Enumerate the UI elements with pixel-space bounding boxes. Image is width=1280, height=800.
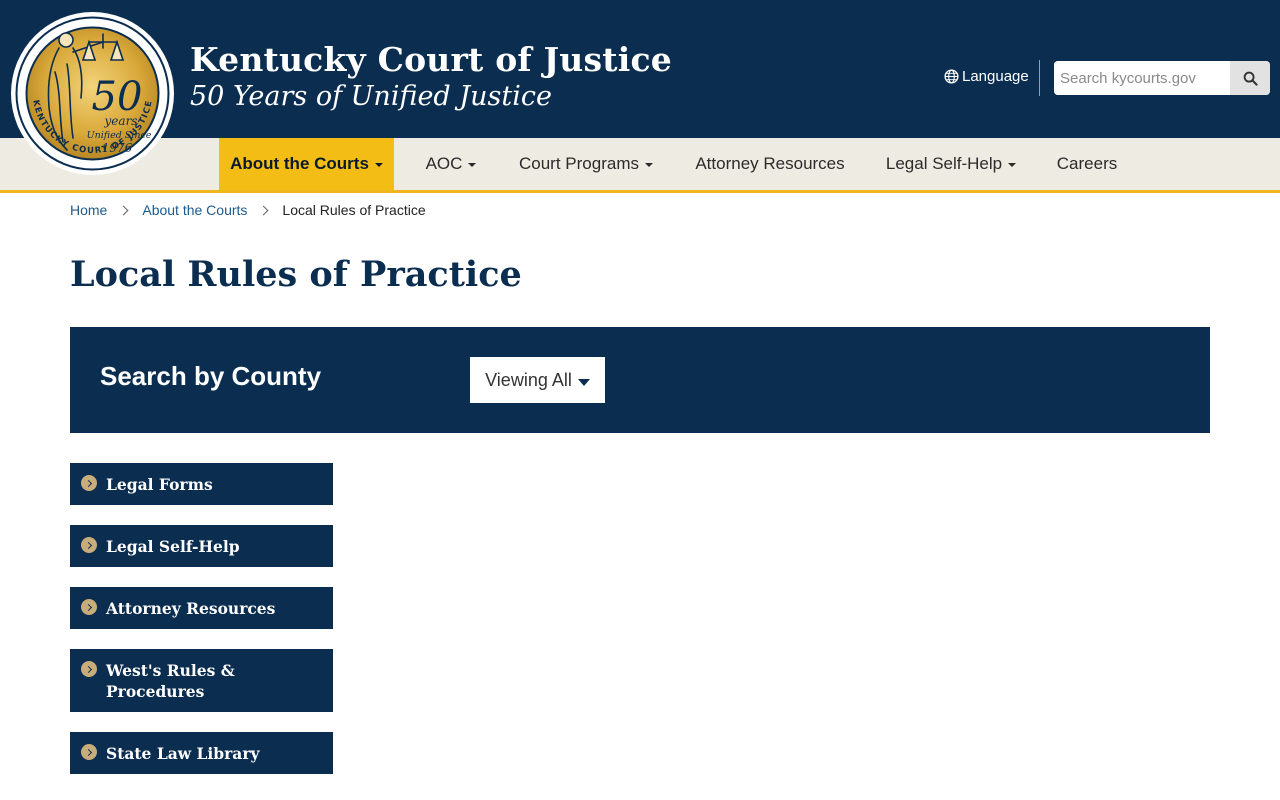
nav-label: Careers bbox=[1056, 154, 1118, 173]
link-legal-forms[interactable]: Legal Forms bbox=[70, 463, 333, 505]
globe-icon bbox=[944, 69, 959, 84]
nav-label: Attorney Resources bbox=[695, 154, 845, 173]
nav-attorney-resources[interactable]: Attorney Resources bbox=[684, 138, 856, 190]
search-icon bbox=[1243, 71, 1258, 86]
site-search bbox=[1054, 61, 1270, 95]
caret-down-icon bbox=[468, 163, 477, 167]
link-label: Legal Forms bbox=[106, 475, 213, 494]
county-search-panel: Search by County Viewing All bbox=[70, 327, 1210, 433]
search-button[interactable] bbox=[1230, 61, 1270, 95]
link-label: State Law Library bbox=[106, 744, 260, 763]
page-title: Local Rules of Practice bbox=[70, 254, 522, 295]
chevron-circle-icon bbox=[81, 661, 97, 677]
court-seal-logo[interactable]: 50 years Unified Since 1976 KENTUCKY COU… bbox=[11, 12, 174, 175]
nav-legal-self-help[interactable]: Legal Self-Help bbox=[875, 138, 1027, 190]
main-navigation: About the Courts AOC Court Programs Atto… bbox=[0, 138, 1280, 193]
caret-down-icon bbox=[374, 163, 383, 167]
breadcrumb-current: Local Rules of Practice bbox=[282, 202, 426, 218]
county-dropdown[interactable]: Viewing All bbox=[470, 357, 605, 403]
link-label: West's Rules & Procedures bbox=[106, 661, 235, 701]
link-label: Attorney Resources bbox=[106, 599, 276, 618]
county-dropdown-value: Viewing All bbox=[485, 369, 572, 390]
breadcrumb-about-the-courts[interactable]: About the Courts bbox=[142, 202, 247, 218]
link-wests-rules-procedures[interactable]: West's Rules & Procedures bbox=[70, 649, 333, 712]
county-search-label: Search by County bbox=[100, 361, 322, 391]
breadcrumb-home[interactable]: Home bbox=[70, 202, 107, 218]
nav-label: AOC bbox=[425, 154, 463, 173]
nav-label: Court Programs bbox=[519, 154, 639, 173]
site-subtitle: 50 Years of Unified Justice bbox=[190, 81, 552, 112]
link-attorney-resources[interactable]: Attorney Resources bbox=[70, 587, 333, 629]
link-label: Legal Self-Help bbox=[106, 537, 240, 556]
chevron-right-icon bbox=[258, 205, 269, 215]
seal-years: years bbox=[104, 114, 138, 128]
language-label: Language bbox=[962, 68, 1029, 85]
related-links: Legal Forms Legal Self-Help Attorney Res… bbox=[70, 463, 333, 794]
nav-about-the-courts[interactable]: About the Courts bbox=[219, 138, 394, 190]
caret-down-icon bbox=[577, 378, 590, 386]
site-title[interactable]: Kentucky Court of Justice bbox=[190, 40, 672, 79]
nav-label: About the Courts bbox=[230, 154, 369, 173]
chevron-right-icon bbox=[118, 205, 129, 215]
link-legal-self-help[interactable]: Legal Self-Help bbox=[70, 525, 333, 567]
link-state-law-library[interactable]: State Law Library bbox=[70, 732, 333, 774]
nav-court-programs[interactable]: Court Programs bbox=[505, 138, 667, 190]
caret-down-icon bbox=[644, 163, 653, 167]
chevron-circle-icon bbox=[81, 537, 97, 553]
search-input[interactable] bbox=[1054, 61, 1230, 95]
site-header: Kentucky Court of Justice 50 Years of Un… bbox=[0, 0, 1280, 138]
nav-careers[interactable]: Careers bbox=[1045, 138, 1129, 190]
breadcrumb: Home About the Courts Local Rules of Pra… bbox=[70, 202, 426, 218]
nav-label: Legal Self-Help bbox=[885, 154, 1003, 173]
caret-down-icon bbox=[1008, 163, 1017, 167]
header-divider bbox=[1039, 60, 1040, 96]
chevron-circle-icon bbox=[81, 744, 97, 760]
chevron-circle-icon bbox=[81, 475, 97, 491]
language-selector[interactable]: Language bbox=[944, 68, 1029, 85]
nav-aoc[interactable]: AOC bbox=[412, 138, 490, 190]
chevron-circle-icon bbox=[81, 599, 97, 615]
